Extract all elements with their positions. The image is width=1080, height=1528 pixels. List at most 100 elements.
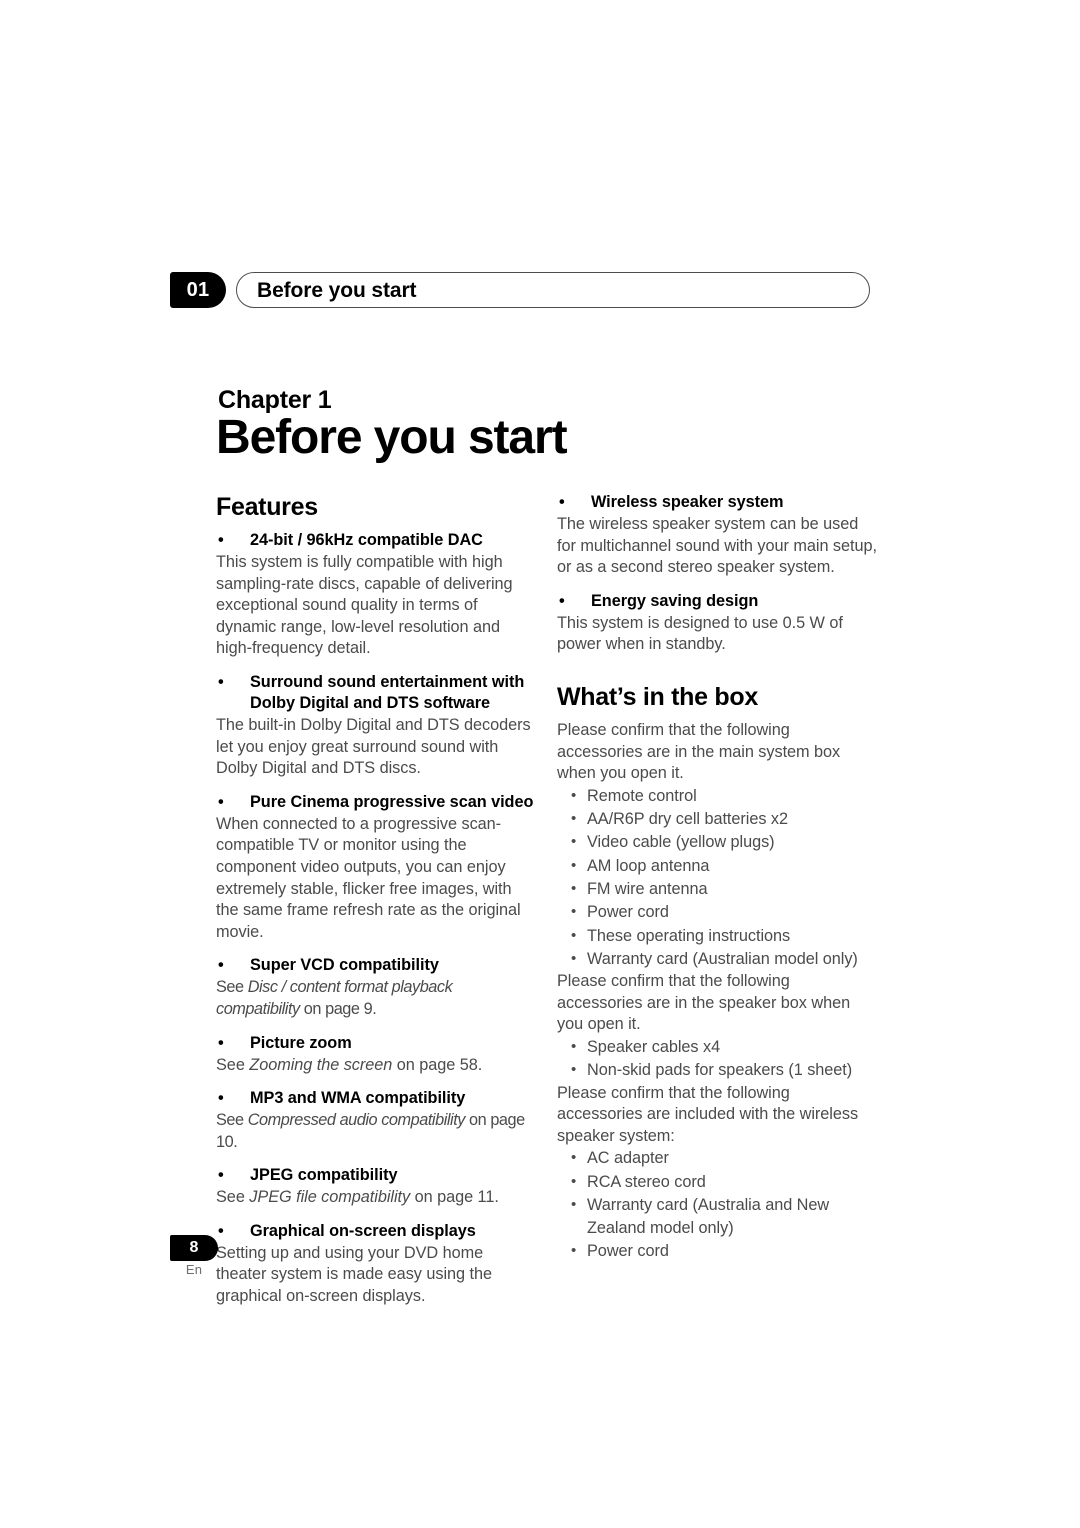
feature-heading-text: Pure Cinema progressive scan video (250, 792, 534, 811)
feature-item: • MP3 and WMA compatibility See Compressed… (216, 1088, 536, 1153)
list-item-label: Remote control (587, 786, 697, 805)
list-item-label: Power cord (587, 1242, 669, 1261)
list-item: • Power cord (557, 901, 877, 924)
list-item: • Remote control (557, 785, 877, 808)
list-item: • AC adapter (557, 1147, 877, 1170)
feature-body: See JPEG file compatibility on page 11. (216, 1187, 536, 1209)
feature-body: See Disc / content format playback compa… (216, 977, 536, 1020)
list-item-label: Speaker cables x4 (587, 1037, 721, 1056)
feature-heading-text: Picture zoom (250, 1033, 352, 1052)
feature-item: • 24-bit / 96kHz compatible DAC This syste… (216, 530, 536, 660)
feature-heading: • Wireless speaker system (557, 492, 877, 513)
bullet-icon: • (571, 810, 577, 828)
list-item: • FM wire antenna (557, 878, 877, 901)
feature-heading-text: Surround sound entertainment with Dolby … (250, 672, 525, 712)
feature-heading: • Picture zoom (216, 1033, 536, 1054)
bullet-icon: • (571, 1242, 577, 1260)
feature-heading-text: Energy saving design (591, 591, 759, 610)
feature-heading-text: Super VCD compatibility (250, 956, 439, 975)
bullet-icon: • (571, 949, 577, 967)
feature-body: This system is fully compatible with hig… (216, 553, 513, 658)
page-title: Before you start (216, 411, 568, 464)
features-heading: Features (216, 493, 318, 521)
bullet-icon: • (571, 903, 577, 921)
feature-item: • Wireless speaker system The wireless spe… (557, 492, 877, 579)
left-column: Features • 24-bit / 96kHz compatible DAC T… (216, 492, 536, 1308)
feature-heading-text: JPEG compatibility (250, 1166, 398, 1185)
bullet-icon: • (559, 591, 565, 610)
right-features-list: • Wireless speaker system The wireless spe… (557, 492, 877, 656)
running-header-pill: Before you start (236, 272, 870, 308)
reference-prefix: See (216, 1188, 250, 1207)
feature-body: See Compressed audio compatibility on pa… (216, 1110, 536, 1153)
features-list: • 24-bit / 96kHz compatible DAC This syste… (216, 530, 536, 1308)
list-item: • Non-skid pads for speakers (1 sheet) (557, 1059, 877, 1082)
reference-title: Zooming the screen (249, 1055, 393, 1074)
list-item: • Warranty card (Australian model only) (557, 948, 877, 971)
list-item: • Power cord (557, 1240, 877, 1263)
box-group-intro: Please confirm that the following access… (557, 972, 851, 1034)
feature-heading: • JPEG compatibility (216, 1165, 536, 1186)
feature-heading-text: MP3 and WMA compatibility (250, 1089, 466, 1108)
list-item: • Video cable (yellow plugs) (557, 831, 877, 854)
language-code: En (185, 1262, 203, 1277)
bullet-icon: • (218, 672, 224, 691)
list-item: • Speaker cables x4 (557, 1036, 877, 1059)
list-item-label: AM loop antenna (587, 856, 710, 875)
feature-item: • Surround sound entertainment with Dolby… (216, 672, 536, 780)
bullet-icon: • (571, 856, 577, 874)
bullet-icon: • (218, 1033, 224, 1052)
bullet-icon: • (559, 493, 565, 511)
bullet-icon: • (571, 1037, 577, 1055)
feature-heading: • MP3 and WMA compatibility (216, 1088, 536, 1109)
feature-item: • Pure Cinema progressive scan video When … (216, 792, 536, 944)
list-item-label: Warranty card (Australian model only) (587, 949, 858, 968)
document-page: 01 Before you start Chapter 1 Before you… (0, 0, 1080, 1528)
reference-prefix: See (216, 1055, 250, 1074)
running-header: 01 Before you start (170, 272, 870, 308)
bullet-icon: • (218, 1166, 224, 1185)
reference-suffix: on page 58. (392, 1055, 483, 1074)
feature-heading-text: Wireless speaker system (591, 493, 784, 511)
bullet-icon: • (571, 926, 577, 944)
bullet-icon: • (218, 792, 224, 811)
feature-body: When connected to a progressive scan-com… (216, 814, 521, 941)
list-item-label: AA/R6P dry cell batteries x2 (587, 810, 789, 829)
bullet-icon: • (571, 879, 577, 897)
box-items-list: • Speaker cables x4 • Non-skid pads for spe… (557, 1036, 877, 1083)
list-item-label: Power cord (587, 903, 669, 922)
feature-heading-text: 24-bit / 96kHz compatible DAC (250, 531, 483, 549)
list-item: • RCA stereo cord (557, 1171, 877, 1194)
list-item-label: AC adapter (587, 1149, 669, 1168)
reference-title: Compressed audio compatibility (247, 1111, 466, 1130)
bullet-icon: • (571, 786, 577, 804)
right-column: • Wireless speaker system The wireless spe… (557, 492, 877, 1264)
feature-heading: • Pure Cinema progressive scan video (216, 792, 536, 813)
list-item-label: Non-skid pads for speakers (1 sheet) (587, 1061, 853, 1080)
bullet-icon: • (571, 1195, 577, 1213)
bullet-icon: • (218, 531, 224, 549)
whats-in-the-box-heading: What’s in the box (557, 682, 758, 711)
list-item-label: Warranty card (Australia and New Zealand… (587, 1195, 830, 1238)
bullet-icon: • (218, 1089, 224, 1108)
running-header-title: Before you start (257, 279, 417, 302)
list-item-label: Video cable (yellow plugs) (587, 833, 775, 852)
chapter-number-badge: 01 (170, 272, 226, 308)
reference-title: JPEG file compatibility (249, 1188, 411, 1207)
bullet-icon: • (571, 1061, 577, 1079)
reference-suffix: on page 11. (410, 1188, 499, 1207)
list-item: • AM loop antenna (557, 855, 877, 878)
page-footer: 8 En (170, 1235, 290, 1277)
box-items-list: • Remote control • AA/R6P dry cell batterie… (557, 785, 877, 971)
list-item: • These operating instructions (557, 925, 877, 948)
list-item-label: RCA stereo cord (587, 1172, 706, 1191)
feature-heading: • 24-bit / 96kHz compatible DAC (216, 530, 536, 551)
list-item-label: These operating instructions (587, 926, 791, 945)
feature-item: • Picture zoom See Zooming the screen on p… (216, 1033, 536, 1077)
feature-item: • JPEG compatibility See JPEG file compati… (216, 1165, 536, 1209)
feature-item: • Super VCD compatibility See Disc / conte… (216, 955, 536, 1020)
box-contents-groups: Please confirm that the following access… (557, 720, 877, 1264)
feature-item: • Energy saving design This system is desi… (557, 591, 877, 656)
box-group-intro: Please confirm that the following access… (557, 720, 841, 783)
feature-body: This system is designed to use 0.5 W of … (557, 613, 843, 654)
